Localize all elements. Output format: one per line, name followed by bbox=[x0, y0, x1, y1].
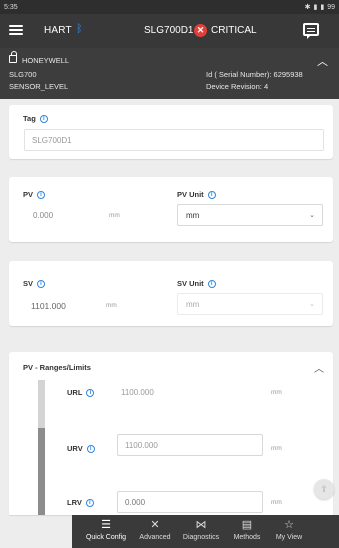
nav-methods[interactable]: ▤ Methods bbox=[226, 515, 268, 548]
protocol-label: HART bbox=[44, 25, 72, 36]
collapse-header-icon[interactable]: ︿ bbox=[317, 53, 328, 69]
pv-unit-select[interactable]: mm ⌄ bbox=[177, 204, 323, 226]
status-bar: 5:35 ✱ ▮ ▮ 99 bbox=[0, 0, 339, 14]
model-label: SLG700 bbox=[9, 70, 37, 79]
sv-unit-label-text: SV Unit bbox=[177, 279, 204, 288]
tools-icon: ✕ bbox=[150, 519, 160, 531]
star-icon: ☆ bbox=[284, 519, 294, 531]
lrv-label-text: LRV bbox=[67, 498, 82, 507]
chevron-down-icon: ⌄ bbox=[309, 212, 315, 219]
info-icon[interactable]: i bbox=[207, 191, 216, 200]
ranges-card: PV - Ranges/Limits ︿ URL i 1100.000 mm UR… bbox=[9, 352, 333, 515]
tag-card: Tag i SLG700D1 bbox=[9, 105, 333, 159]
info-icon[interactable]: i bbox=[37, 280, 46, 289]
tag-label-text: Tag bbox=[23, 114, 36, 123]
ranges-title: PV - Ranges/Limits bbox=[23, 363, 91, 372]
device-type-label: SENSOR_LEVEL bbox=[9, 82, 69, 91]
pv-card: PV i 0.000 mm PV Unit i mm ⌄ bbox=[9, 177, 333, 242]
tag-input[interactable]: SLG700D1 bbox=[24, 129, 324, 151]
status-icons: ✱ ▮ ▮ 99 bbox=[304, 3, 335, 12]
urv-label-text: URV bbox=[67, 444, 83, 453]
info-icon[interactable]: i bbox=[86, 445, 95, 454]
app-bar: HART ᛒ SLG700D1 ✕ CRITICAL bbox=[0, 14, 339, 48]
nav-advanced-label: Advanced bbox=[139, 534, 171, 541]
tag-input-value: SLG700D1 bbox=[32, 136, 72, 145]
urv-label: URV i bbox=[67, 444, 95, 454]
nav-methods-label: Methods bbox=[233, 534, 261, 541]
sv-unit-suffix: mm bbox=[106, 302, 117, 309]
nav-quick-config[interactable]: ☰ Quick Config bbox=[78, 515, 134, 548]
manufacturer-label: HONEYWELL bbox=[22, 56, 70, 65]
info-icon[interactable]: i bbox=[85, 499, 94, 508]
sliders-icon: ☰ bbox=[101, 519, 111, 531]
diagnostics-icon: ⋈ bbox=[195, 519, 207, 531]
url-label: URL i bbox=[67, 388, 95, 398]
chat-icon[interactable] bbox=[303, 23, 319, 39]
info-icon[interactable]: i bbox=[37, 191, 46, 200]
pv-unit-label-text: PV Unit bbox=[177, 190, 204, 199]
status-label[interactable]: CRITICAL bbox=[211, 25, 257, 36]
methods-icon: ▤ bbox=[241, 519, 253, 531]
pv-value: 0.000 bbox=[33, 211, 54, 220]
critical-status-icon[interactable]: ✕ bbox=[194, 24, 207, 37]
sv-label-text: SV bbox=[23, 279, 34, 288]
sv-unit-select-value: mm bbox=[186, 300, 200, 309]
bluetooth-icon: ᛒ bbox=[76, 23, 83, 35]
url-label-text: URL bbox=[67, 388, 83, 397]
nav-diagnostics[interactable]: ⋈ Diagnostics bbox=[176, 515, 226, 548]
info-icon[interactable]: i bbox=[39, 115, 48, 124]
lock-icon bbox=[9, 51, 17, 63]
lrv-label: LRV i bbox=[67, 498, 94, 508]
battery-icon: ▮ bbox=[320, 4, 325, 11]
nav-diagnostics-label: Diagnostics bbox=[182, 534, 220, 541]
chevron-down-icon: ⌄ bbox=[309, 301, 315, 308]
urv-input[interactable]: 1100.000 bbox=[117, 434, 263, 456]
sv-unit-label: SV Unit i bbox=[177, 279, 216, 289]
sv-value: 1101.000 bbox=[31, 301, 66, 311]
nav-advanced[interactable]: ✕ Advanced bbox=[132, 515, 178, 548]
sv-unit-select: mm ⌄ bbox=[177, 293, 323, 315]
floating-share-button[interactable]: ⇪ bbox=[314, 479, 334, 499]
lrv-input-value: 0.000 bbox=[125, 498, 146, 507]
tag-label: Tag i bbox=[23, 114, 48, 124]
bottom-nav: ☰ Quick Config ✕ Advanced ⋈ Diagnostics … bbox=[72, 515, 339, 548]
nav-quick-config-label: Quick Config bbox=[85, 534, 127, 541]
pv-label: PV i bbox=[23, 190, 46, 200]
serial-number-label: Id ( Serial Number): 6295938 bbox=[206, 70, 303, 79]
url-value: 1100.000 bbox=[121, 388, 154, 397]
pv-unit-select-value: mm bbox=[186, 211, 200, 220]
collapse-ranges-icon[interactable]: ︿ bbox=[314, 360, 324, 375]
pv-unit-suffix: mm bbox=[109, 212, 120, 219]
bluetooth-status-icon: ✱ bbox=[304, 4, 311, 11]
info-icon[interactable]: i bbox=[86, 389, 95, 398]
pv-unit-label: PV Unit i bbox=[177, 190, 216, 200]
info-icon[interactable]: i bbox=[207, 280, 216, 289]
status-time: 5:35 bbox=[4, 3, 18, 11]
range-scale-fill bbox=[38, 428, 45, 515]
urv-unit: mm bbox=[271, 445, 282, 452]
device-tag-title: SLG700D1 bbox=[144, 25, 194, 36]
lrv-unit: mm bbox=[271, 499, 282, 506]
urv-input-value: 1100.000 bbox=[125, 441, 158, 450]
sv-card: SV i 1101.000 mm SV Unit i mm ⌄ bbox=[9, 261, 333, 326]
hamburger-menu-icon[interactable] bbox=[9, 23, 23, 37]
signal-icon: ▮ bbox=[313, 4, 318, 11]
sv-label: SV i bbox=[23, 279, 46, 289]
url-unit: mm bbox=[271, 389, 282, 396]
nav-my-view-label: My View bbox=[275, 534, 303, 541]
pv-label-text: PV bbox=[23, 190, 34, 199]
nav-my-view[interactable]: ☆ My View bbox=[268, 515, 310, 548]
device-header: HONEYWELL ︿ SLG700 Id ( Serial Number): … bbox=[0, 48, 339, 99]
battery-level: 99 bbox=[327, 3, 335, 11]
device-revision-label: Device Revision: 4 bbox=[206, 82, 269, 91]
lrv-input[interactable]: 0.000 bbox=[117, 491, 263, 513]
